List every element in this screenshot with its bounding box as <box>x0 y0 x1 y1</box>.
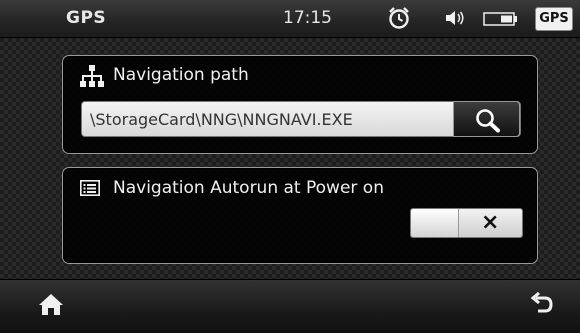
bottom-bar <box>0 279 580 333</box>
navigation-path-label: Navigation path <box>113 65 249 85</box>
alarm-clock-icon <box>386 5 412 35</box>
autorun-label: Navigation Autorun at Power on <box>113 178 384 198</box>
autorun-toggle[interactable]: × <box>410 208 523 238</box>
back-button[interactable] <box>530 291 554 320</box>
clock-time: 17:15 <box>283 8 332 28</box>
back-arrow-icon <box>530 291 553 313</box>
navigation-path-panel: Navigation path \StorageCard\NNG\NNGNAVI… <box>62 55 538 154</box>
battery-icon <box>483 11 519 31</box>
search-button[interactable] <box>453 101 520 137</box>
speaker-icon <box>444 9 466 31</box>
toggle-knob <box>411 209 458 237</box>
toggle-off-indicator: × <box>458 209 522 237</box>
home-button[interactable] <box>38 292 64 320</box>
home-icon <box>39 294 63 315</box>
close-icon: × <box>481 210 500 235</box>
gps-status-badge[interactable]: GPS <box>535 7 573 31</box>
autorun-panel: Navigation Autorun at Power on × <box>62 167 538 264</box>
search-icon <box>476 109 500 133</box>
settings-screen: GPS 17:15 GPS Navigation path \StorageCa… <box>0 0 580 333</box>
screen-title: GPS <box>66 8 107 28</box>
sitemap-icon <box>80 64 104 92</box>
status-bar: GPS 17:15 GPS <box>0 0 580 38</box>
list-icon <box>80 180 100 200</box>
